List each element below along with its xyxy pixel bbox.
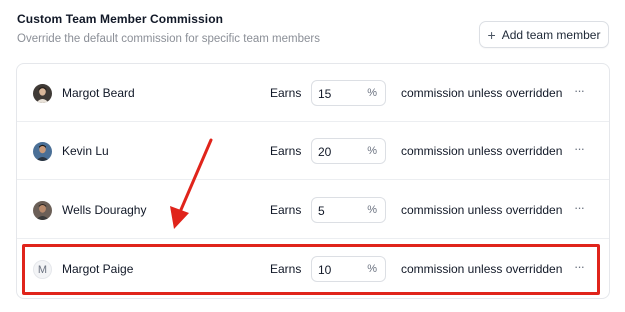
commission-value: 20 xyxy=(318,145,332,159)
percent-unit: % xyxy=(367,145,377,157)
section-title: Custom Team Member Commission xyxy=(17,12,224,26)
earns-label: Earns xyxy=(270,262,302,276)
avatar xyxy=(33,142,52,161)
commission-description: commission unless overridden xyxy=(401,144,563,158)
commission-description: commission unless overridden xyxy=(401,203,563,217)
commission-value: 15 xyxy=(318,87,332,101)
commission-input[interactable]: 10 % xyxy=(311,256,386,282)
plus-icon: + xyxy=(487,26,496,43)
earns-label: Earns xyxy=(270,203,302,217)
commission-input[interactable]: 5 % xyxy=(311,197,386,223)
member-name: Wells Douraghy xyxy=(62,203,147,217)
percent-unit: % xyxy=(367,263,377,275)
ellipsis-icon[interactable]: ··· xyxy=(572,84,586,100)
add-team-member-label: Add team member xyxy=(501,27,601,42)
ellipsis-icon[interactable]: ··· xyxy=(572,260,586,276)
avatar xyxy=(33,201,52,220)
earns-label: Earns xyxy=(270,86,302,100)
avatar xyxy=(33,84,52,103)
ellipsis-icon[interactable]: ··· xyxy=(572,201,586,217)
team-member-row: M Margot Paige Earns 10 % commission unl… xyxy=(17,240,609,298)
section-subtitle: Override the default commission for spec… xyxy=(17,33,320,45)
commission-value: 5 xyxy=(318,204,325,218)
commission-value: 10 xyxy=(318,263,332,277)
commission-input[interactable]: 15 % xyxy=(311,80,386,106)
member-name: Margot Paige xyxy=(62,262,134,276)
team-member-row: Margot Beard Earns 15 % commission unles… xyxy=(17,64,609,122)
commission-settings: Custom Team Member Commission Override t… xyxy=(0,0,625,312)
commission-description: commission unless overridden xyxy=(401,262,563,276)
team-member-row: Wells Douraghy Earns 5 % commission unle… xyxy=(17,181,609,239)
member-name: Kevin Lu xyxy=(62,144,109,158)
add-team-member-button[interactable]: + Add team member xyxy=(479,21,609,48)
team-member-list: Margot Beard Earns 15 % commission unles… xyxy=(16,63,610,299)
percent-unit: % xyxy=(367,204,377,216)
avatar: M xyxy=(33,260,52,279)
earns-label: Earns xyxy=(270,144,302,158)
commission-input[interactable]: 20 % xyxy=(311,138,386,164)
commission-description: commission unless overridden xyxy=(401,86,563,100)
ellipsis-icon[interactable]: ··· xyxy=(572,142,586,158)
percent-unit: % xyxy=(367,87,377,99)
team-member-row: Kevin Lu Earns 20 % commission unless ov… xyxy=(17,122,609,180)
member-name: Margot Beard xyxy=(62,86,135,100)
